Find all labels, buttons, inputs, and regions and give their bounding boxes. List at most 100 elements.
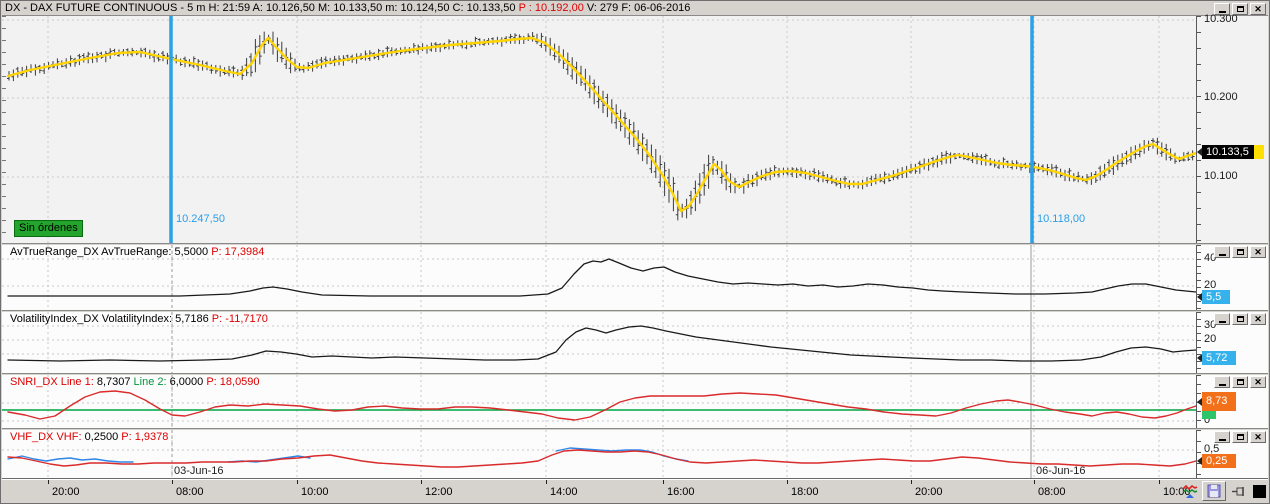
vhf-value: 0,2500 [84,431,122,443]
time-tick-label: 08:00 [176,486,204,498]
minimize-icon [1218,254,1226,256]
cursor-price-label: 10.118,00 [1037,213,1086,225]
maximize-button[interactable] [1232,431,1248,443]
close-icon: ✕ [1254,313,1262,324]
maximize-button[interactable] [1232,246,1248,258]
current-value-badge: 0,25 [1202,454,1236,468]
close-icon: ✕ [1254,3,1262,14]
current-value-badge: 8,73 [1202,392,1236,411]
close-button[interactable]: ✕ [1250,3,1266,15]
time-tick [297,480,298,484]
cursor-price-label: 10.247,50 [176,213,225,225]
price-chart-svg [2,16,1196,243]
time-tick-label: 18:00 [791,486,819,498]
avtruerange-p-value: P: 17,3984 [211,246,265,258]
volatilityindex-p-value: P: -11,7170 [211,313,268,325]
current-value-badge: 10.133,5 [1202,145,1264,159]
vhf-name: VHF_DX VHF: [10,431,85,443]
window-controls: ✕ [1214,3,1266,15]
maximize-button[interactable] [1232,376,1248,388]
time-tick [172,480,173,484]
axis-tick-label: 10.200 [1204,91,1238,103]
save-button[interactable] [1202,481,1226,501]
save-floppy-icon [1207,484,1221,498]
time-tick-label: 20:00 [52,486,80,498]
maximize-button[interactable] [1232,313,1248,325]
snri-line1-value: 8,7307 [96,376,134,388]
axis-ticks [1197,312,1201,373]
snri-controls: ✕ [1214,376,1266,388]
volatilityindex-name-value: VolatilityIndex_DX VolatilityIndex: 5,71… [10,313,212,325]
minimize-button[interactable] [1214,376,1230,388]
time-tick [911,480,912,484]
close-button[interactable]: ✕ [1250,376,1266,388]
minimize-button[interactable] [1214,313,1230,325]
minimize-button[interactable] [1214,3,1230,15]
price-left-ticks [2,16,6,243]
close-button[interactable]: ✕ [1250,313,1266,325]
snri-header: SNRI_DX Line 1: 8,7307 Line 2: 6,0000 P:… [10,376,260,388]
minimize-icon [1218,439,1226,441]
maximize-icon [1236,316,1244,322]
time-tick-label: 14:00 [550,486,578,498]
no-orders-badge: Sin órdenes [14,220,83,237]
minimize-icon [1218,321,1226,323]
avtruerange-name-value: AvTrueRange_DX AvTrueRange: 5,5000 [10,246,212,258]
time-tick-label: 10:00 [301,486,329,498]
avtruerange-header: AvTrueRange_DX AvTrueRange: 5,5000 P: 17… [10,246,264,258]
time-tick [546,480,547,484]
vhf-header: VHF_DX VHF: 0,2500 P: 1,9378 [10,431,168,443]
axis-ticks [1197,16,1201,243]
volatilityindex-controls: ✕ [1214,313,1266,325]
maximize-icon [1236,249,1244,255]
vhf-p-value: P: 1,9378 [121,431,169,443]
maximize-icon [1236,434,1244,440]
minimize-button[interactable] [1214,246,1230,258]
axis-ticks [1197,430,1201,478]
time-tick [421,480,422,484]
insert-indicator-icon[interactable] [1181,482,1199,500]
minimize-button[interactable] [1214,431,1230,443]
time-axis[interactable]: 20:00 08:00 10:00 12:00 14:00 16:00 18:00 20:00… [2,478,1268,502]
close-icon: ✕ [1254,246,1262,257]
vhf-controls: ✕ [1214,431,1266,443]
minimize-icon [1218,11,1226,13]
maximize-icon [1236,6,1244,12]
time-tick [1034,480,1035,484]
pin-icon[interactable] [1229,482,1247,500]
close-button[interactable]: ✕ [1250,246,1266,258]
time-tick [663,480,664,484]
session-date-label: 03-Jun-16 [174,465,224,477]
snri-line2-label: Line 2: [133,376,170,388]
close-icon: ✕ [1254,431,1262,442]
time-tick [787,480,788,484]
time-tick-label: 16:00 [667,486,695,498]
time-tick [1159,480,1160,484]
chart-window: DX - DAX FUTURE CONTINUOUS - 5 m H: 21:5… [0,0,1270,504]
current-value-badge: 5,5 [1202,290,1230,304]
black-square [1252,484,1266,498]
window-titlebar[interactable]: DX - DAX FUTURE CONTINUOUS - 5 m H: 21:5… [2,2,1268,16]
maximize-icon [1236,379,1244,385]
time-tick-label: 12:00 [425,486,453,498]
snri-line2-value: 6,0000 [169,376,207,388]
line2-value-chip [1202,411,1216,419]
volatilityindex-header: VolatilityIndex_DX VolatilityIndex: 5,71… [10,313,268,325]
close-button[interactable]: ✕ [1250,431,1266,443]
minimize-icon [1218,384,1226,386]
axis-tick-label: 20 [1204,333,1217,345]
time-tick [48,480,49,484]
time-tick-label: 08:00 [1038,486,1066,498]
title-instrument-ohlc: DX - DAX FUTURE CONTINUOUS - 5 m H: 21:5… [5,2,519,14]
close-icon: ✕ [1254,376,1262,387]
price-chart-plot[interactable]: Sin órdenes [2,16,1196,243]
status-icon-bar [1181,480,1268,502]
price-axis[interactable]: 10.300 10.200 10.100 10.133,5 [1196,13,1268,243]
filled-square-icon[interactable] [1250,482,1268,500]
title-last-price: P : 10.192,00 [518,2,584,14]
session-date-label: 06-Jun-16 [1036,465,1086,477]
avtruerange-controls: ✕ [1214,246,1266,258]
snri-p-value: P: 18,0590 [206,376,260,388]
ma-color-chip [1254,145,1264,159]
maximize-button[interactable] [1232,3,1248,15]
